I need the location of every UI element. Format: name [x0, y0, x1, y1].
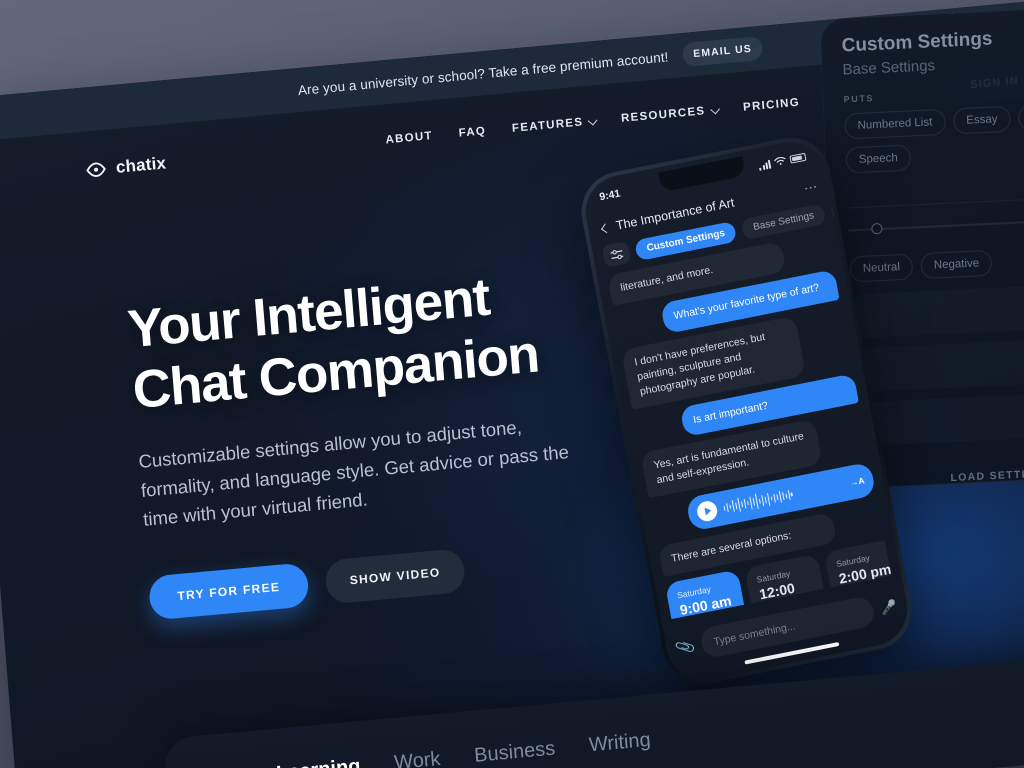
- chevron-down-icon: [588, 115, 598, 125]
- device-screen: Are you a university or school? Take a f…: [0, 0, 1024, 768]
- more-options-icon[interactable]: ⋮: [802, 179, 819, 195]
- nav-label: RESOURCES: [620, 105, 706, 125]
- nav-label: FEATURES: [511, 116, 584, 135]
- chip-essay[interactable]: Essay: [952, 105, 1011, 135]
- chat-message-list: literature, and more. What's your favori…: [607, 232, 892, 620]
- hero-subtitle: Customizable settings allow you to adjus…: [137, 416, 570, 530]
- microphone-icon[interactable]: 🎤: [880, 598, 899, 617]
- nav-label: FAQ: [458, 125, 487, 140]
- play-icon[interactable]: [695, 499, 719, 524]
- waveform: [722, 476, 845, 517]
- email-us-button[interactable]: EMAIL US: [681, 35, 764, 68]
- hero-section: Your Intelligent Chat Companion Customiz…: [126, 252, 670, 621]
- settings-panel-title: Custom Settings: [841, 28, 993, 57]
- nav-item-resources[interactable]: RESOURCES: [620, 104, 721, 125]
- nav-item-pricing[interactable]: PRICING: [743, 97, 801, 114]
- wifi-icon: [773, 152, 788, 172]
- chip-negative[interactable]: Negative: [920, 249, 993, 280]
- char-count-value: 800 char: [847, 172, 1024, 198]
- settings-row-collapsed-1[interactable]: [853, 335, 1024, 393]
- signal-icon: [758, 159, 772, 171]
- check-icon: ✓: [723, 617, 740, 620]
- category-panel: Life Learning Work Business Writing: [162, 638, 1024, 768]
- nav-links: ABOUT FAQ FEATURES RESOURCES PRICING: [385, 97, 800, 147]
- chip-numbered-list[interactable]: Numbered List: [844, 108, 946, 140]
- screenshot-stage: Are you a university or school? Take a f…: [0, 0, 1024, 768]
- output-format-chips: Numbered List Essay Summary Speech: [844, 100, 1024, 174]
- nav-item-features[interactable]: FEATURES: [511, 115, 598, 135]
- category-tab-business[interactable]: Business: [473, 738, 556, 768]
- chip-neutral[interactable]: Neutral: [849, 253, 914, 283]
- transcribe-badge[interactable]: →A: [849, 475, 865, 488]
- tone-chips: Neutral Negative: [849, 243, 1024, 283]
- chevron-down-icon: [710, 104, 721, 114]
- chip-speech[interactable]: Speech: [845, 144, 912, 174]
- brand-name: chatix: [115, 153, 167, 177]
- page-canvas: Are you a university or school? Take a f…: [0, 0, 1024, 768]
- status-time: 9:41: [598, 187, 622, 204]
- chip-summary[interactable]: Summary: [1018, 101, 1024, 132]
- eye-icon: [84, 158, 108, 182]
- category-tabs: Life Learning Work Business Writing: [209, 729, 651, 768]
- back-icon[interactable]: [600, 222, 611, 233]
- settings-row-collapsed-2[interactable]: [855, 389, 1024, 447]
- hero-cta-row: TRY FOR FREE SHOW VIDEO: [147, 529, 669, 621]
- paperclip-icon[interactable]: 📎: [674, 636, 698, 660]
- nav-label: PRICING: [742, 96, 801, 114]
- page-title: Your Intelligent Chat Companion: [126, 252, 654, 422]
- try-for-free-button[interactable]: TRY FOR FREE: [147, 561, 310, 621]
- sliders-icon[interactable]: [601, 240, 632, 268]
- nav-item-about[interactable]: ABOUT: [385, 130, 433, 146]
- settings-slider[interactable]: [848, 209, 1024, 239]
- category-tab-work[interactable]: Work: [393, 748, 441, 768]
- settings-section-label: PUTS: [843, 93, 875, 105]
- booking-card-selected[interactable]: Saturday 9:00 am ✓ $56.90: [664, 569, 754, 620]
- slider-knob[interactable]: [871, 222, 883, 235]
- brand-logo[interactable]: chatix: [84, 152, 167, 181]
- nav-label: ABOUT: [385, 130, 434, 147]
- status-icons: [757, 148, 807, 175]
- category-tab-learning[interactable]: Learning: [275, 755, 361, 768]
- category-tab-writing[interactable]: Writing: [588, 729, 651, 758]
- nav-item-faq[interactable]: FAQ: [458, 125, 486, 139]
- battery-icon: [789, 152, 807, 164]
- show-video-button[interactable]: SHOW VIDEO: [324, 547, 467, 605]
- settings-row-expanded[interactable]: [851, 281, 1024, 339]
